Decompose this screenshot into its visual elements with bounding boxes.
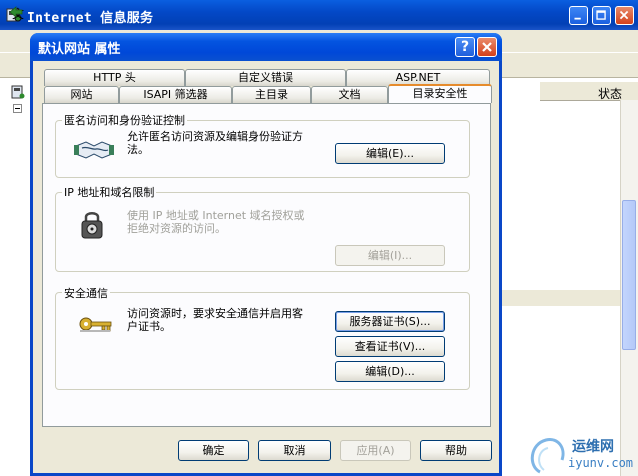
cancel-button[interactable]: 取消 [258,440,331,461]
ok-button[interactable]: 确定 [178,440,249,461]
column-state-label: 状态 [598,87,623,101]
help-caption-button[interactable]: ? [455,37,475,57]
server-certificate-button[interactable]: 服务器证书(S)... [335,311,445,332]
maximize-icon [596,10,606,20]
scrollbar-thumb[interactable] [622,200,636,350]
close-icon [619,10,629,20]
group-label-anonymous: 匿名访问和身份验证控制 [62,112,187,128]
tab-home-directory[interactable]: 主目录 [232,86,311,103]
handshake-icon [74,141,114,159]
view-certificate-button[interactable]: 查看证书(V)... [335,336,445,357]
close-icon [482,42,492,52]
edit-auth-button[interactable]: 编辑(E)... [335,143,445,164]
computer-tree-icon[interactable] [10,84,26,100]
dialog-title: 默认网站 属性 [38,42,121,57]
minus-icon [15,108,20,109]
tab-isapi-filters[interactable]: ISAPI 筛选器 [119,86,232,103]
help-button[interactable]: 帮助 [420,440,492,461]
iis-window-title: Internet 信息服务 [27,11,154,26]
anonymous-description: 允许匿名访问资源及编辑身份验证方 法。 [127,130,303,156]
ip-description: 使用 IP 地址或 Internet 域名授权或 拒绝对资源的访问。 [127,209,305,235]
watermark-url: iyunv.com [568,456,634,470]
tab-directory-security[interactable]: 目录安全性 [388,84,492,103]
column-header[interactable] [540,82,638,101]
secure-description: 访问资源时，要求安全通信并启用客 户证书。 [127,307,303,333]
padlock-icon [81,212,103,239]
dialog-close-button[interactable] [477,37,497,57]
watermark-text: 运维网 [572,439,614,455]
apply-button[interactable]: 应用(A) [340,440,411,461]
edit-secure-button[interactable]: 编辑(D)... [335,361,445,382]
key-icon [79,317,112,332]
group-label-ip: IP 地址和域名限制 [62,184,157,200]
tab-website[interactable]: 网站 [44,86,119,103]
minimize-icon [574,17,581,20]
tab-documents[interactable]: 文档 [311,86,388,103]
tab-custom-errors[interactable]: 自定义错误 [185,69,346,86]
list-row-selected[interactable] [500,290,620,306]
edit-ip-button[interactable]: 编辑(I)... [335,245,445,266]
group-label-secure: 安全通信 [62,285,110,301]
minimize-button[interactable] [569,6,588,25]
back-arrow-icon[interactable] [9,6,23,18]
tree-collapse-toggle[interactable] [13,104,22,113]
tab-http-headers[interactable]: HTTP 头 [44,69,185,86]
maximize-button[interactable] [592,6,611,25]
question-icon: ? [460,39,470,55]
close-main-button[interactable] [615,6,634,25]
